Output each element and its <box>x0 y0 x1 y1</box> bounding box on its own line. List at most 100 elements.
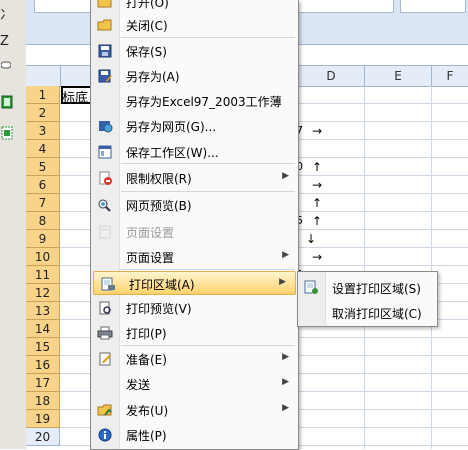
menu-separator <box>121 37 295 38</box>
menu-item-15[interactable]: 发布(U) ▶ <box>91 398 298 422</box>
green-tool-icon[interactable] <box>1 95 13 109</box>
row-header-14[interactable]: 14 <box>26 320 60 338</box>
left-toolbar-strip: 冫 Z <box>0 0 27 449</box>
row-header-2[interactable]: 2 <box>26 104 60 122</box>
toggle-icon[interactable] <box>1 60 11 70</box>
menu-separator <box>121 191 295 192</box>
arrow-symbol: ↑ <box>312 160 323 174</box>
print-area-submenu: 设置打印区域(S) 取消打印区域(C) <box>297 271 438 327</box>
cell-a1[interactable]: 标底 <box>62 87 88 106</box>
left-strip-glyph: 冫 <box>0 8 14 23</box>
row-header-8[interactable]: 8 <box>26 212 60 230</box>
row-header-15[interactable]: 15 <box>26 338 60 356</box>
row-header-18[interactable]: 18 <box>26 392 60 410</box>
print-area-icon <box>101 277 115 291</box>
row-header-11[interactable]: 11 <box>26 266 60 284</box>
permission-icon <box>99 171 112 185</box>
row-header-4[interactable]: 4 <box>26 140 60 158</box>
row-header-5[interactable]: 5 <box>26 158 60 176</box>
menu-item-label: 另存为(A) <box>126 70 180 84</box>
submenu-item-label: 设置打印区域(S) <box>332 282 421 296</box>
arrow-symbol: ↑ <box>312 214 323 228</box>
arrow-symbol: ↓ <box>306 232 317 246</box>
row-header-3[interactable]: 3 <box>26 122 60 140</box>
menu-item-10[interactable]: 打印区域(A) ▶ <box>93 271 296 295</box>
ribbon-group <box>34 0 98 13</box>
menu-item-13[interactable]: 准备(E) ▶ <box>91 347 298 371</box>
menu-item-label: 保存(S) <box>126 45 167 59</box>
submenu-arrow-icon: ▶ <box>279 277 286 287</box>
submenu-arrow-icon: ▶ <box>282 250 289 260</box>
menu-separator <box>121 345 295 346</box>
menu-item-label: 网页预览(B) <box>126 199 192 213</box>
submenu-item-label: 取消打印区域(C) <box>332 307 422 321</box>
left-strip-z: Z <box>0 34 9 49</box>
menu-item-12[interactable]: 打印(P) <box>91 321 298 345</box>
publish-icon <box>97 404 112 416</box>
save-as-icon <box>98 69 112 83</box>
row-header-20[interactable]: 20 <box>26 428 60 446</box>
menu-item-label: 页面设置 <box>126 226 175 240</box>
menu-item-2[interactable]: 另存为(A) <box>91 64 298 88</box>
menu-item-label: 保存工作区(W)... <box>126 146 219 160</box>
menu-item-label: 页面设置 <box>126 251 175 265</box>
row-header-7[interactable]: 7 <box>26 194 60 212</box>
row-header-19[interactable]: 19 <box>26 410 60 428</box>
menu-item-14[interactable]: 发送 ▶ <box>91 372 298 396</box>
file-menu: 打开(O) 关闭(C) 保存(S) 另存为(A) 另存为Excel97_2003工作薄… <box>90 0 299 450</box>
row-header-9[interactable]: 9 <box>26 230 60 248</box>
menu-item-0[interactable]: 关闭(C) <box>91 13 298 37</box>
menu-item-4[interactable]: 另存为网页(G)... <box>91 114 298 138</box>
submenu-item-set-print-area[interactable]: 设置打印区域(S) <box>298 275 437 300</box>
submenu-arrow-icon: ▶ <box>282 377 289 387</box>
set-print-area-icon <box>304 280 318 294</box>
row-header-16[interactable]: 16 <box>26 356 60 374</box>
arrow-symbol: → <box>312 178 323 192</box>
page-setup-icon <box>99 225 111 239</box>
menu-item-label: 打印区域(A) <box>129 278 195 292</box>
menu-separator <box>121 163 295 164</box>
menu-item-label: 属性(P) <box>126 429 167 443</box>
row-header-17[interactable]: 17 <box>26 374 60 392</box>
menu-item-label: 发布(U) <box>126 404 169 418</box>
menu-item-label: 打印(P) <box>126 327 167 341</box>
menu-item-open[interactable]: 打开(O) <box>91 0 298 14</box>
green-tool-icon-2[interactable] <box>1 126 13 140</box>
submenu-item-clear-print-area[interactable]: 取消打印区域(C) <box>298 300 437 325</box>
menu-item-5[interactable]: 保存工作区(W)... <box>91 140 298 164</box>
folder-open-icon <box>97 0 112 8</box>
print-icon <box>97 326 113 340</box>
column-header-f[interactable]: F <box>432 66 468 87</box>
ribbon-group <box>298 0 394 13</box>
save-web-icon <box>99 121 113 133</box>
workspace-icon <box>98 145 112 159</box>
prepare-icon <box>99 352 111 366</box>
arrow-symbol: → <box>312 250 323 264</box>
row-header-1[interactable]: 1 <box>26 86 60 104</box>
menu-item-label: 发送 <box>126 378 151 392</box>
select-all-corner[interactable] <box>26 66 61 87</box>
submenu-arrow-icon: ▶ <box>282 352 289 362</box>
web-preview-icon <box>98 199 111 212</box>
ribbon-group <box>400 0 466 13</box>
row-header-10[interactable]: 10 <box>26 248 60 266</box>
row-header-13[interactable]: 13 <box>26 302 60 320</box>
menu-item-label: 关闭(C) <box>126 19 168 33</box>
menu-item-7[interactable]: 网页预览(B) <box>91 193 298 217</box>
row-header-6[interactable]: 6 <box>26 176 60 194</box>
row-header-12[interactable]: 12 <box>26 284 60 302</box>
menu-item-11[interactable]: 打印预览(V) <box>91 296 298 320</box>
menu-item-label: 另存为Excel97_2003工作薄 <box>126 95 282 109</box>
menu-item-label: 另存为网页(G)... <box>126 120 217 134</box>
column-header-d[interactable]: D <box>298 66 365 87</box>
menu-item-6[interactable]: 限制权限(R) ▶ <box>91 166 298 190</box>
menu-item-3[interactable]: 另存为Excel97_2003工作薄 <box>91 89 298 113</box>
menu-item-16[interactable]: 属性(P) <box>91 423 298 447</box>
menu-item-1[interactable]: 保存(S) <box>91 39 298 63</box>
column-header-e[interactable]: E <box>365 66 432 87</box>
menu-item-label: 打开(O) <box>126 0 169 10</box>
menu-item-9[interactable]: 页面设置 ▶ <box>91 245 298 269</box>
menu-item-label: 准备(E) <box>126 353 167 367</box>
menu-item-label: 限制权限(R) <box>126 172 192 186</box>
submenu-arrow-icon: ▶ <box>282 171 289 181</box>
